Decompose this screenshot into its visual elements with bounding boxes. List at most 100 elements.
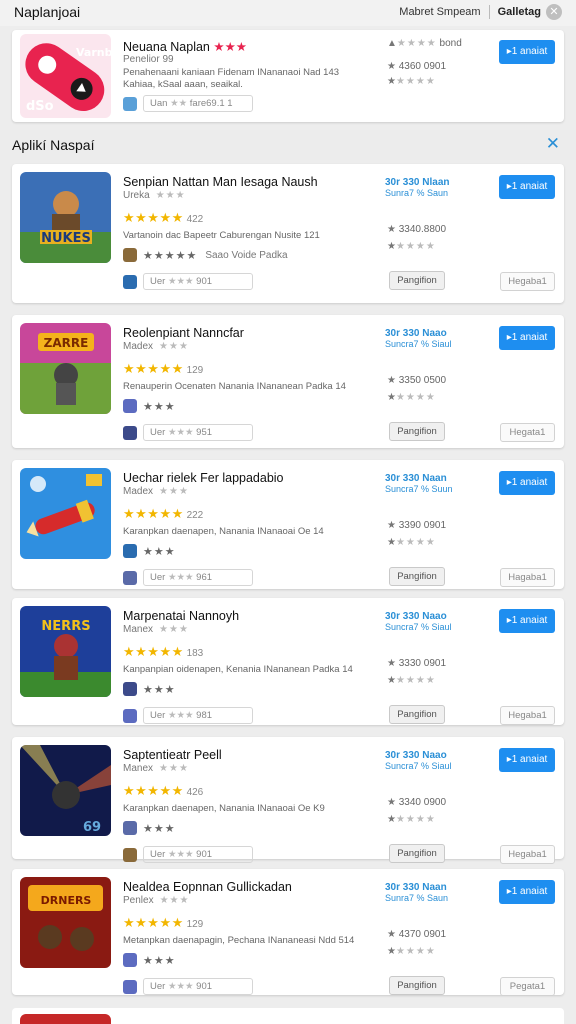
app-icon[interactable]: DRNERS [20, 877, 111, 968]
secondary-button[interactable]: Pangifion [389, 271, 445, 290]
rating-stat-2: ★★★★★ [387, 675, 436, 686]
install-button[interactable]: ▸1 anaiat [499, 748, 555, 772]
secondary-button[interactable]: Pangifion [389, 844, 445, 863]
info-pill[interactable]: Uan ★★ fare69.1 1 [143, 95, 253, 112]
tertiary-button[interactable]: Hegata1 [500, 423, 555, 442]
rating-count: 426 [186, 787, 204, 798]
tertiary-button[interactable]: Hegaba1 [500, 845, 555, 864]
install-button[interactable]: ▸1 anaiat [499, 326, 555, 350]
app-card[interactable]: 69 Saptentieatr Peell Manex ★★★ ★★★★★ 426… [12, 737, 564, 864]
secondary-button[interactable]: Pangifion [389, 422, 445, 441]
rating-stat: ★ 3350 0500 [387, 375, 447, 386]
app-description: Karanpkan daenapen, Nanania INanaoai Oe … [123, 526, 324, 537]
secondary-button[interactable]: Pangifion [389, 976, 445, 995]
app-icon[interactable]: Varnbis dSo [20, 34, 111, 118]
meta-row: ★★★★★ Saao Voide Padka [123, 248, 288, 262]
rating-stat: ★ 3340.8800 [387, 224, 447, 235]
install-button[interactable]: ▸1 anaiat [499, 880, 555, 904]
svg-text:Varnbis: Varnbis [76, 46, 111, 59]
app-developer: Manex ★★★ [123, 763, 189, 774]
app-developer: Manex ★★★ [123, 624, 189, 635]
tertiary-button[interactable]: Hegaba1 [500, 272, 555, 291]
app-icon[interactable]: NUKES [20, 172, 111, 263]
app-mini-icon [123, 708, 137, 723]
app-icon[interactable]: NERRS [20, 606, 111, 697]
app-card[interactable]: ZARRE Reolenpiant Nanncfar Madex ★★★ ★★★★… [12, 315, 564, 448]
rating-stat-2: ★ 4360 0901 [387, 61, 447, 72]
rating-stat: ★ 3330 0901 [387, 658, 447, 669]
promo-text: 30r 330 Naao Suncra7 % Siaul [385, 328, 452, 349]
app-icon-art: NUKES [20, 172, 111, 263]
app-name[interactable]: Neuana Naplan ★★★ [123, 39, 247, 54]
install-button[interactable]: ▸1 anaiat [499, 40, 555, 64]
info-pill[interactable]: Uer ★★★ 961 [143, 569, 253, 586]
app-description: Kanpanpian oidenapen, Kenania INananean … [123, 664, 353, 675]
tertiary-button[interactable]: Hagaba1 [500, 568, 555, 587]
app-name[interactable]: Marpenatai Nannoyh [123, 609, 239, 623]
app-mini-icon [123, 979, 137, 994]
app-icon-art: NERRS [20, 606, 111, 697]
app-card[interactable]: Uechar rielek Fer lappadabio Madex ★★★ ★★… [12, 460, 564, 589]
install-button[interactable]: ▸1 anaiat [499, 609, 555, 633]
app-developer: Penlex ★★★ [123, 895, 190, 906]
app-icon[interactable]: ZARRE [20, 323, 111, 414]
rating-stars: ★★★★★ [123, 361, 184, 376]
svg-text:NERRS: NERRS [41, 619, 90, 634]
app-description: Metanpkan daenapagin, Pechana INananeasi… [123, 935, 355, 946]
app-icon[interactable]: 69 [20, 745, 111, 836]
info-pill[interactable]: Uer ★★★ 981 [143, 707, 253, 724]
install-button[interactable]: ▸1 anaiat [499, 471, 555, 495]
info-pill[interactable]: Uer ★★★ 901 [143, 978, 253, 995]
app-icon-art [20, 468, 111, 559]
secondary-button[interactable]: Pangifion [389, 567, 445, 586]
app-mini-icon [123, 544, 137, 558]
app-card-partial[interactable] [12, 1008, 564, 1024]
featured-app-icon-art: Varnbis dSo [20, 34, 111, 118]
close-icon[interactable]: ✕ [546, 4, 562, 20]
app-rating: ★★★★★ 426 [123, 783, 203, 799]
app-name[interactable]: Uechar rielek Fer lappadabio [123, 471, 284, 485]
rating-stars: ★★★★★ [123, 783, 184, 798]
tertiary-button[interactable]: Hegaba1 [500, 706, 555, 725]
app-mini-icon [123, 399, 137, 413]
section-header: Aplikí Naspaí ✕ [0, 130, 576, 160]
install-button[interactable]: ▸1 anaiat [499, 175, 555, 199]
rating-stat: ★ 4370 0901 [387, 929, 447, 940]
secondary-button[interactable]: Pangifion [389, 705, 445, 724]
app-mini-icon [123, 682, 137, 696]
gallery-link[interactable]: Galletag [498, 6, 541, 18]
app-icon-art: 69 [20, 745, 111, 836]
rating-stat-2: ★★★★★ [387, 537, 436, 548]
app-rating: ★★★★★ 222 [123, 506, 203, 522]
app-name[interactable]: Reolenpiant Nanncfar [123, 326, 244, 340]
info-pill[interactable]: Uer ★★★ 901 [143, 846, 253, 863]
info-pill[interactable]: Uer ★★★ 951 [143, 424, 253, 441]
svg-text:ZARRE: ZARRE [44, 336, 89, 350]
app-name[interactable]: Nealdea Eopnnan Gullickadan [123, 880, 292, 894]
tertiary-button[interactable]: Pegata1 [500, 977, 555, 996]
app-card[interactable]: NERRS Marpenatai Nannoyh Manex ★★★ ★★★★★ … [12, 598, 564, 725]
app-developer: Madex ★★★ [123, 341, 189, 352]
app-mini-icon [123, 274, 137, 289]
rating-stat-1: ▲★★★★ bond [387, 38, 462, 49]
app-icon[interactable] [20, 468, 111, 559]
app-mini-icon [123, 953, 137, 967]
top-bar-actions: Mabret Smpeam Galletag ✕ [399, 4, 562, 20]
rating-count: 129 [186, 365, 204, 376]
rating-count: 183 [186, 648, 204, 659]
app-name[interactable]: Saptentieatr Peell [123, 748, 222, 762]
app-subtitle: Penelior 99 [123, 54, 174, 65]
promo-text: 30r 330 Naan Sunra7 % Saun [385, 882, 449, 903]
rating-stat-2: ★★★★★ [387, 946, 436, 957]
app-developer: Ureka ★★★ [123, 190, 186, 201]
featured-app-card[interactable]: Varnbis dSo Neuana Naplan ★★★ Penelior 9… [12, 30, 564, 122]
app-card[interactable]: NUKES Senpian Nattan Man Iesaga Naush Ur… [12, 164, 564, 303]
info-pill[interactable]: Uer ★★★ 901 [143, 273, 253, 290]
app-name[interactable]: Senpian Nattan Man Iesaga Naush [123, 175, 318, 189]
promo-text: 30r 330 Nlaan Sunra7 % Saun [385, 177, 450, 198]
app-mini-icon [123, 821, 137, 835]
app-card[interactable]: DRNERS Nealdea Eopnnan Gullickadan Penle… [12, 869, 564, 996]
app-mini-icon [123, 96, 137, 111]
top-bar-link[interactable]: Mabret Smpeam [399, 6, 480, 18]
close-icon[interactable]: ✕ [546, 134, 560, 154]
